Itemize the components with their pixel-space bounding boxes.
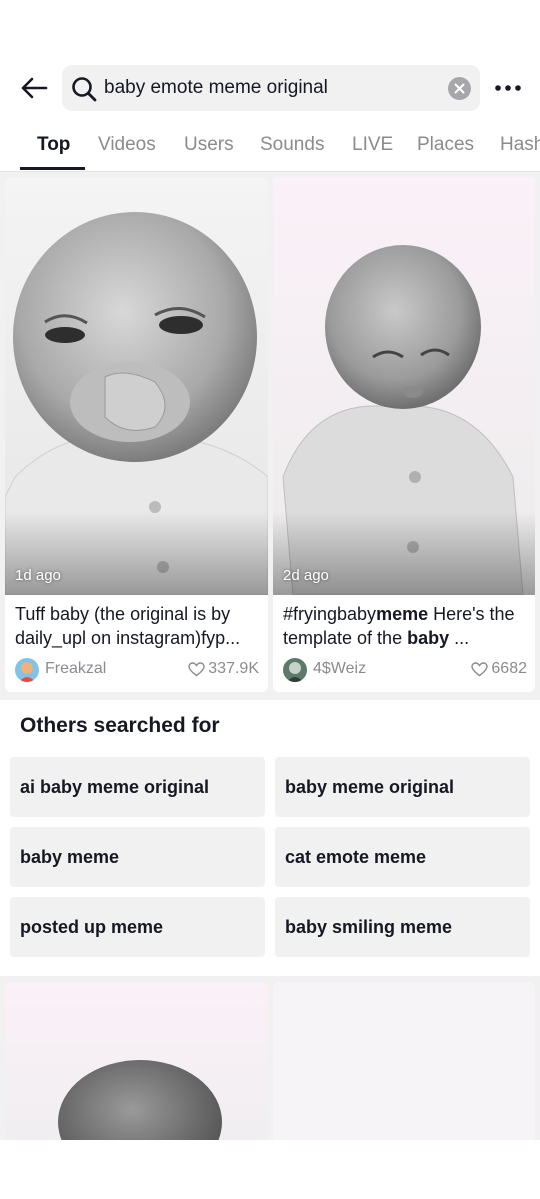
tab-users[interactable]: Users [184,122,234,170]
more-icon [495,85,521,91]
video-thumbnail[interactable] [5,982,268,1140]
back-arrow-icon [21,77,48,99]
avatar-image [283,658,307,682]
more-options-button[interactable] [490,75,526,101]
active-tab-indicator [20,167,85,170]
suggestion-chip[interactable]: ai baby meme original [10,757,265,817]
search-icon [72,77,97,102]
video-meta: 4$Weiz 6682 [283,657,527,683]
video-posted-time: 1d ago [15,567,61,584]
tab-sounds[interactable]: Sounds [260,122,324,170]
video-grid: 1d ago Tuff baby (the original is by dai… [0,172,540,700]
author-name[interactable]: 4$Weiz [313,660,366,678]
title-highlight: baby [407,628,450,648]
clear-icon [454,83,465,94]
search-input[interactable] [104,65,434,111]
video-card[interactable]: 1d ago Tuff baby (the original is by dai… [5,177,268,692]
clear-search-button[interactable] [448,77,471,100]
title-part: #fryingbaby [283,604,377,624]
suggestion-chip[interactable]: cat emote meme [275,827,530,887]
like-count-value: 337.9K [208,660,259,677]
video-thumbnail[interactable]: 1d ago [5,177,268,595]
video-posted-time: 2d ago [283,567,329,584]
author-avatar[interactable] [283,658,307,682]
search-box[interactable] [62,65,480,111]
tab-videos[interactable]: Videos [98,122,156,170]
title-part: ... [449,628,470,648]
bottom-area [0,1140,540,1199]
baby-dancing-image [273,177,535,595]
others-searched-title: Others searched for [20,714,220,737]
suggestion-chip[interactable]: baby smiling meme [275,897,530,957]
author-name[interactable]: Freakzal [45,660,106,678]
search-tabs: Top Videos Users Sounds LIVE Places Hash… [0,122,540,172]
tab-hashtags[interactable]: Hashtags [500,122,540,170]
video-meta: Freakzal 337.9K [15,657,259,683]
tab-live[interactable]: LIVE [352,122,393,170]
like-count-value: 6682 [491,660,527,677]
suggestion-chip[interactable]: baby meme [10,827,265,887]
author-avatar[interactable] [15,658,39,682]
video-thumbnail[interactable]: 2d ago [273,177,535,595]
avatar-image [15,658,39,682]
video-card[interactable] [5,982,268,1140]
video-title[interactable]: #fryingbabymeme Here's the template of t… [283,602,527,650]
video-card[interactable] [273,982,535,1140]
like-count: 337.9K [188,660,259,678]
video-thumbnail[interactable] [273,982,535,1140]
like-count: 6682 [471,660,527,678]
title-highlight: meme [376,604,429,624]
video-grid-next-row [0,976,540,1140]
baby-laughing-image [5,177,268,595]
heart-icon [471,661,489,676]
suggestion-chip[interactable]: posted up meme [10,897,265,957]
search-header [0,62,540,114]
heart-icon [188,661,205,676]
back-button[interactable] [16,72,52,104]
tab-places[interactable]: Places [417,122,474,170]
tab-top[interactable]: Top [37,122,70,170]
suggestion-chip[interactable]: baby meme original [275,757,530,817]
video-card[interactable]: 2d ago #fryingbabymeme Here's the templa… [273,177,535,692]
video-title[interactable]: Tuff baby (the original is by daily_upl … [15,602,259,650]
others-searched-section: Others searched for ai baby meme origina… [0,700,540,976]
